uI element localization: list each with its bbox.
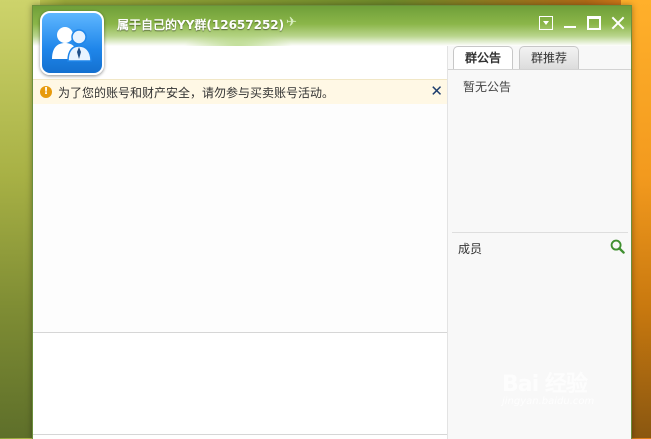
window-title: 属于自己的YY群(12657252) [117, 18, 285, 32]
close-icon[interactable] [611, 16, 625, 30]
chat-pane: ! 为了您的账号和财产安全，请勿参与买卖账号活动。 ✕ [33, 46, 447, 439]
security-notice-bar: ! 为了您的账号和财产安全，请勿参与买卖账号活动。 ✕ [33, 79, 447, 105]
message-input-area[interactable] [33, 334, 447, 435]
tab-group-announcement[interactable]: 群公告 [453, 46, 514, 69]
dropdown-menu-icon[interactable] [539, 16, 553, 30]
maximize-icon[interactable] [587, 16, 601, 30]
announcement-text: 暂无公告 [463, 80, 512, 94]
window-controls [539, 14, 625, 32]
paper-plane-icon[interactable]: ✈ [286, 15, 297, 30]
message-history-area[interactable] [33, 104, 447, 333]
group-users-icon [52, 27, 92, 62]
info-tabs: 群公告 群推荐 [453, 46, 580, 69]
group-info-pane: 群公告 群推荐 暂无公告 成员 [447, 46, 631, 439]
minimize-icon[interactable] [563, 16, 577, 30]
group-chat-window: 属于自己的YY群(12657252) ✈ ! 为了您的账号和财产安全，请勿参与买… [32, 5, 632, 439]
tab-divider [448, 69, 631, 70]
group-avatar[interactable] [40, 11, 104, 75]
security-notice-text: 为了您的账号和财产安全，请勿参与买卖账号活动。 [58, 85, 335, 100]
notice-close-button[interactable]: ✕ [430, 83, 443, 99]
members-header: 成员 [452, 232, 628, 261]
warning-icon: ! [40, 86, 52, 98]
search-icon[interactable] [610, 239, 625, 254]
tab-group-recommend[interactable]: 群推荐 [519, 46, 580, 69]
title-bar[interactable]: 属于自己的YY群(12657252) ✈ [33, 6, 631, 64]
members-label: 成员 [458, 242, 483, 256]
